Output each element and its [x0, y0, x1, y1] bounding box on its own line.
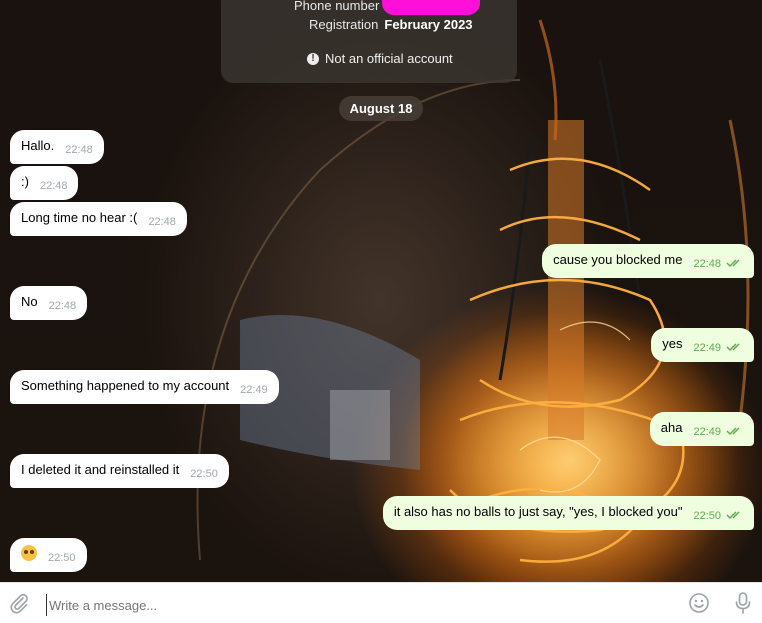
- message-bubble-incoming[interactable]: No 22:48: [10, 286, 88, 320]
- message-time: 22:48: [693, 258, 721, 270]
- message-text: I deleted it and reinstalled it: [21, 462, 180, 477]
- exclamation-circle-icon: !: [307, 52, 319, 65]
- message-time: 22:49: [240, 384, 268, 396]
- double-check-icon: [726, 427, 740, 436]
- message-bubble-outgoing[interactable]: yes 22:49: [651, 328, 754, 362]
- official-notice-text: Not an official account: [325, 51, 453, 66]
- smiley-icon[interactable]: [688, 592, 710, 614]
- message-text: Long time no hear :(: [21, 210, 138, 225]
- message-text: yes: [662, 336, 683, 351]
- message-bubble-incoming[interactable]: I deleted it and reinstalled it 22:50: [10, 454, 229, 488]
- paperclip-icon[interactable]: [8, 592, 30, 614]
- chat-wallpaper: [0, 0, 762, 582]
- date-separator: August 18: [339, 96, 423, 121]
- official-notice: ! Not an official account: [307, 51, 453, 66]
- message-text: Hallo.: [21, 138, 55, 153]
- flushed-face-emoji: [21, 545, 37, 561]
- message-bubble-outgoing[interactable]: aha 22:49: [649, 412, 754, 446]
- message-time: 22:50: [190, 468, 218, 480]
- message-time: 22:49: [693, 342, 721, 354]
- message-bubble-incoming[interactable]: Long time no hear :( 22:48: [10, 202, 187, 236]
- registration-label: Registration: [309, 17, 379, 32]
- message-time: 22:48: [39, 180, 68, 192]
- message-text: it also has no balls to just say, "yes, …: [393, 504, 683, 519]
- phone-number-redaction: [382, 0, 480, 15]
- phone-number-row: Phone number: [294, 0, 379, 13]
- message-time: 22:49: [693, 426, 721, 438]
- message-time: 22:50: [693, 510, 721, 522]
- message-bubble-outgoing[interactable]: it also has no balls to just say, "yes, …: [382, 496, 754, 530]
- wallpaper-filament-art: [196, 19, 750, 582]
- message-time: 22:48: [148, 216, 176, 228]
- phone-number-label: Phone number: [294, 0, 380, 13]
- double-check-icon: [726, 259, 740, 268]
- message-text: cause you blocked me: [553, 252, 683, 267]
- double-check-icon: [726, 343, 740, 352]
- message-bubble-incoming[interactable]: :) 22:48: [10, 166, 79, 200]
- message-composer: [0, 582, 762, 623]
- message-bubble-incoming[interactable]: 22:50: [10, 538, 87, 572]
- message-text: Something happened to my account: [21, 378, 230, 393]
- message-bubble-incoming[interactable]: Something happened to my account 22:49: [10, 370, 279, 404]
- message-time: 22:48: [48, 300, 77, 312]
- message-bubble-outgoing[interactable]: cause you blocked me 22:48: [542, 244, 754, 278]
- message-text: aha: [660, 420, 683, 435]
- message-text: No: [21, 294, 38, 309]
- registration-value: February 2023: [384, 17, 473, 32]
- message-bubble-incoming[interactable]: Hallo. 22:48: [10, 130, 104, 164]
- double-check-icon: [726, 511, 740, 520]
- registration-row: Registration February 2023: [309, 17, 473, 32]
- message-time: 22:50: [48, 552, 76, 564]
- message-time: 22:48: [65, 144, 93, 156]
- microphone-icon[interactable]: [733, 591, 753, 615]
- message-input[interactable]: [46, 594, 671, 616]
- message-text: :): [21, 174, 29, 189]
